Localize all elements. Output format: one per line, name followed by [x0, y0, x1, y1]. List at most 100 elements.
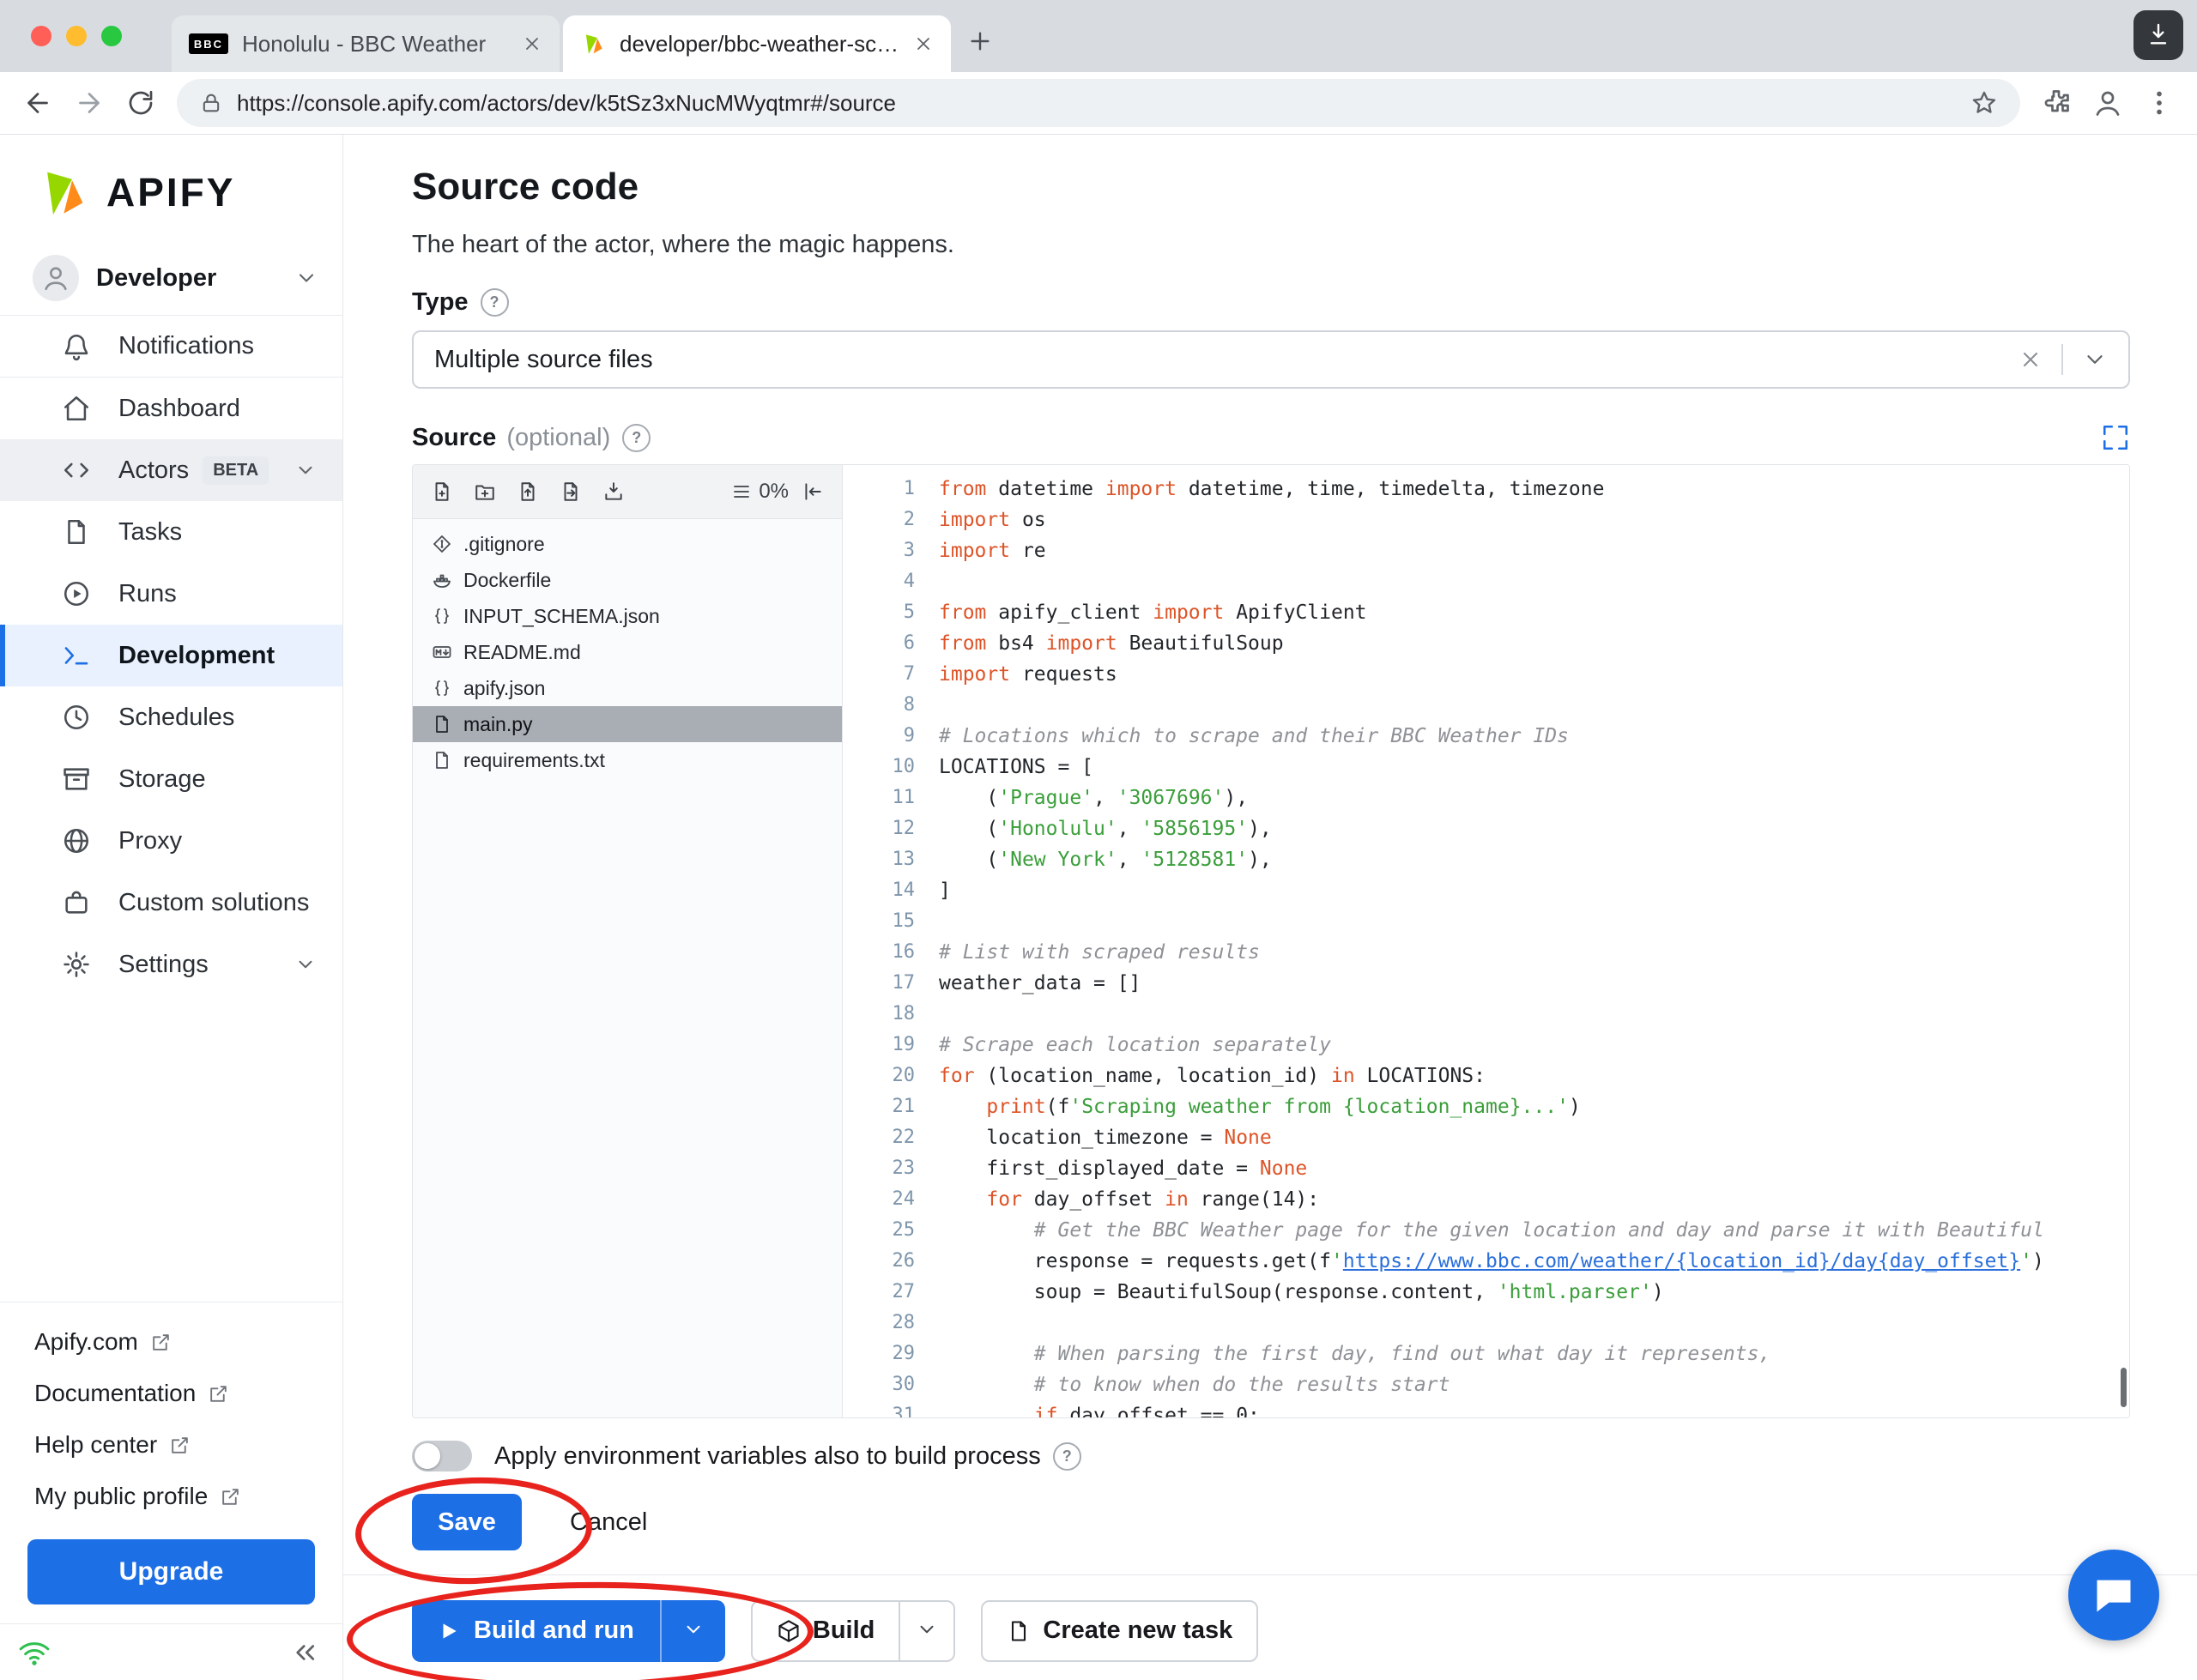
code-token: os	[1010, 509, 1046, 531]
type-select[interactable]: Multiple source files	[412, 330, 2130, 389]
minimize-window-button[interactable]	[66, 26, 87, 46]
sidebar-item-settings[interactable]: Settings	[0, 934, 342, 995]
download-files-button[interactable]	[595, 473, 632, 511]
line-number: 2	[903, 509, 915, 530]
footer-link-apify-com[interactable]: Apify.com	[0, 1316, 342, 1368]
external-link-icon	[208, 1383, 229, 1405]
extensions-icon[interactable]	[2041, 88, 2072, 118]
code-line: 18	[843, 999, 2129, 1030]
browser-profile-icon[interactable]	[2092, 88, 2123, 118]
chevron-down-icon[interactable]	[2082, 347, 2108, 372]
upgrade-button[interactable]: Upgrade	[27, 1539, 315, 1604]
bell-icon	[62, 332, 91, 361]
file-item[interactable]: apify.json	[413, 670, 842, 706]
fullscreen-icon[interactable]	[2101, 423, 2130, 452]
tab-close-icon[interactable]	[913, 33, 934, 54]
downloads-button[interactable]	[2133, 10, 2183, 60]
new-tab-button[interactable]	[956, 17, 1004, 65]
help-icon[interactable]: ?	[622, 423, 651, 452]
help-icon[interactable]: ?	[480, 288, 509, 317]
collapse-sidebar-button[interactable]	[289, 1637, 320, 1668]
line-number: 22	[892, 1127, 916, 1148]
chat-widget-button[interactable]	[2068, 1550, 2159, 1641]
line-number: 21	[892, 1096, 916, 1117]
save-button[interactable]: Save	[412, 1494, 522, 1550]
line-number: 19	[892, 1034, 916, 1055]
create-new-task-button[interactable]: Create new task	[981, 1599, 1259, 1662]
code-token: )	[2031, 1250, 2044, 1272]
code-line: 24 for day_offset in range(14):	[843, 1184, 2129, 1215]
upload-file-button[interactable]	[509, 473, 547, 511]
build-and-run-button[interactable]: Build and run	[412, 1600, 660, 1662]
file-item[interactable]: main.py	[413, 706, 842, 742]
cancel-button[interactable]: Cancel	[570, 1508, 647, 1537]
file-item[interactable]: requirements.txt	[413, 742, 842, 778]
zoom-window-button[interactable]	[101, 26, 122, 46]
code-line: 12 ('Honolulu', '5856195'),	[843, 813, 2129, 844]
file-item[interactable]: .gitignore	[413, 526, 842, 562]
save-row: Save Cancel	[412, 1494, 2130, 1550]
code-token: print	[986, 1096, 1046, 1118]
new-folder-button[interactable]	[466, 473, 504, 511]
forward-button[interactable]	[74, 88, 105, 118]
sidebar-item-custom-solutions[interactable]: Custom solutions	[0, 872, 342, 934]
collapse-panel-button[interactable]	[794, 473, 832, 511]
scrollbar-thumb[interactable]	[2121, 1368, 2127, 1407]
user-icon	[41, 263, 70, 293]
page-body: APIFY Developer Notifications Dashboard Ac…	[0, 135, 2197, 1680]
external-link-icon	[220, 1486, 241, 1508]
sidebar-item-runs[interactable]: Runs	[0, 563, 342, 625]
footer-link-my-public-profile[interactable]: My public profile	[0, 1471, 342, 1522]
code-lines: 1 from datetime import datetime, time, ti…	[843, 465, 2129, 1417]
code-line: 7 import requests	[843, 659, 2129, 690]
code-line: 17 weather_data = []	[843, 968, 2129, 999]
footer-link-help-center[interactable]: Help center	[0, 1419, 342, 1471]
reload-button[interactable]	[125, 88, 156, 118]
browser-tab[interactable]: developer/bbc-weather-scrape	[563, 15, 951, 72]
build-and-run-dropdown[interactable]	[659, 1599, 725, 1662]
sidebar-item-notifications[interactable]: Notifications	[0, 316, 342, 378]
tab-close-icon[interactable]	[522, 33, 542, 54]
action-bar: Build and run Build Create new task	[343, 1574, 2197, 1669]
file-item[interactable]: Dockerfile	[413, 562, 842, 598]
sidebar-nav: Notifications Dashboard Actors BETA Tasks Run…	[0, 316, 342, 995]
code-token: (	[939, 787, 999, 809]
clear-icon[interactable]	[2018, 347, 2043, 372]
account-switcher[interactable]: Developer	[0, 241, 342, 316]
code-token: LOCATIONS = [	[939, 756, 1094, 778]
sidebar-item-actors[interactable]: Actors BETA	[0, 439, 342, 501]
back-button[interactable]	[22, 88, 53, 118]
browser-tab[interactable]: BBC Honolulu - BBC Weather	[172, 15, 560, 72]
import-file-button[interactable]	[552, 473, 590, 511]
new-file-button[interactable]	[423, 473, 461, 511]
code-line: 6 from bs4 import BeautifulSoup	[843, 628, 2129, 659]
sidebar-item-proxy[interactable]: Proxy	[0, 810, 342, 872]
code-token: for	[939, 1065, 975, 1087]
env-toggle[interactable]	[412, 1441, 472, 1472]
sidebar-item-dashboard[interactable]: Dashboard	[0, 378, 342, 439]
sidebar-item-tasks[interactable]: Tasks	[0, 501, 342, 563]
help-icon[interactable]: ?	[1052, 1441, 1081, 1471]
code-token: import	[939, 663, 1011, 686]
code-line: 29 # When parsing the first day, find ou…	[843, 1339, 2129, 1369]
code-token: apify_client	[986, 601, 1153, 624]
code-editor[interactable]: 1 from datetime import datetime, time, ti…	[843, 465, 2129, 1417]
main-content: Source code The heart of the actor, wher…	[343, 135, 2197, 1680]
sidebar-item-storage[interactable]: Storage	[0, 748, 342, 810]
code-line: 10 LOCATIONS = [	[843, 752, 2129, 783]
sidebar-item-label: Tasks	[118, 517, 183, 546]
browser-menu-icon[interactable]	[2144, 88, 2175, 118]
footer-link-documentation[interactable]: Documentation	[0, 1368, 342, 1419]
code-text: for (location_name, location_id) in LOCA…	[939, 1061, 1486, 1091]
file-item[interactable]: README.md	[413, 634, 842, 670]
file-item[interactable]: INPUT_SCHEMA.json	[413, 598, 842, 634]
sidebar-item-schedules[interactable]: Schedules	[0, 686, 342, 748]
build-button[interactable]: Build	[753, 1602, 899, 1660]
address-bar[interactable]: https://console.apify.com/actors/dev/k5t…	[177, 79, 2020, 127]
sidebar-item-development[interactable]: Development	[0, 625, 342, 686]
build-dropdown[interactable]	[899, 1601, 953, 1660]
close-window-button[interactable]	[31, 26, 51, 46]
bookmark-star-icon[interactable]	[1970, 89, 1998, 117]
code-token: # List with scraped results	[939, 941, 1260, 964]
